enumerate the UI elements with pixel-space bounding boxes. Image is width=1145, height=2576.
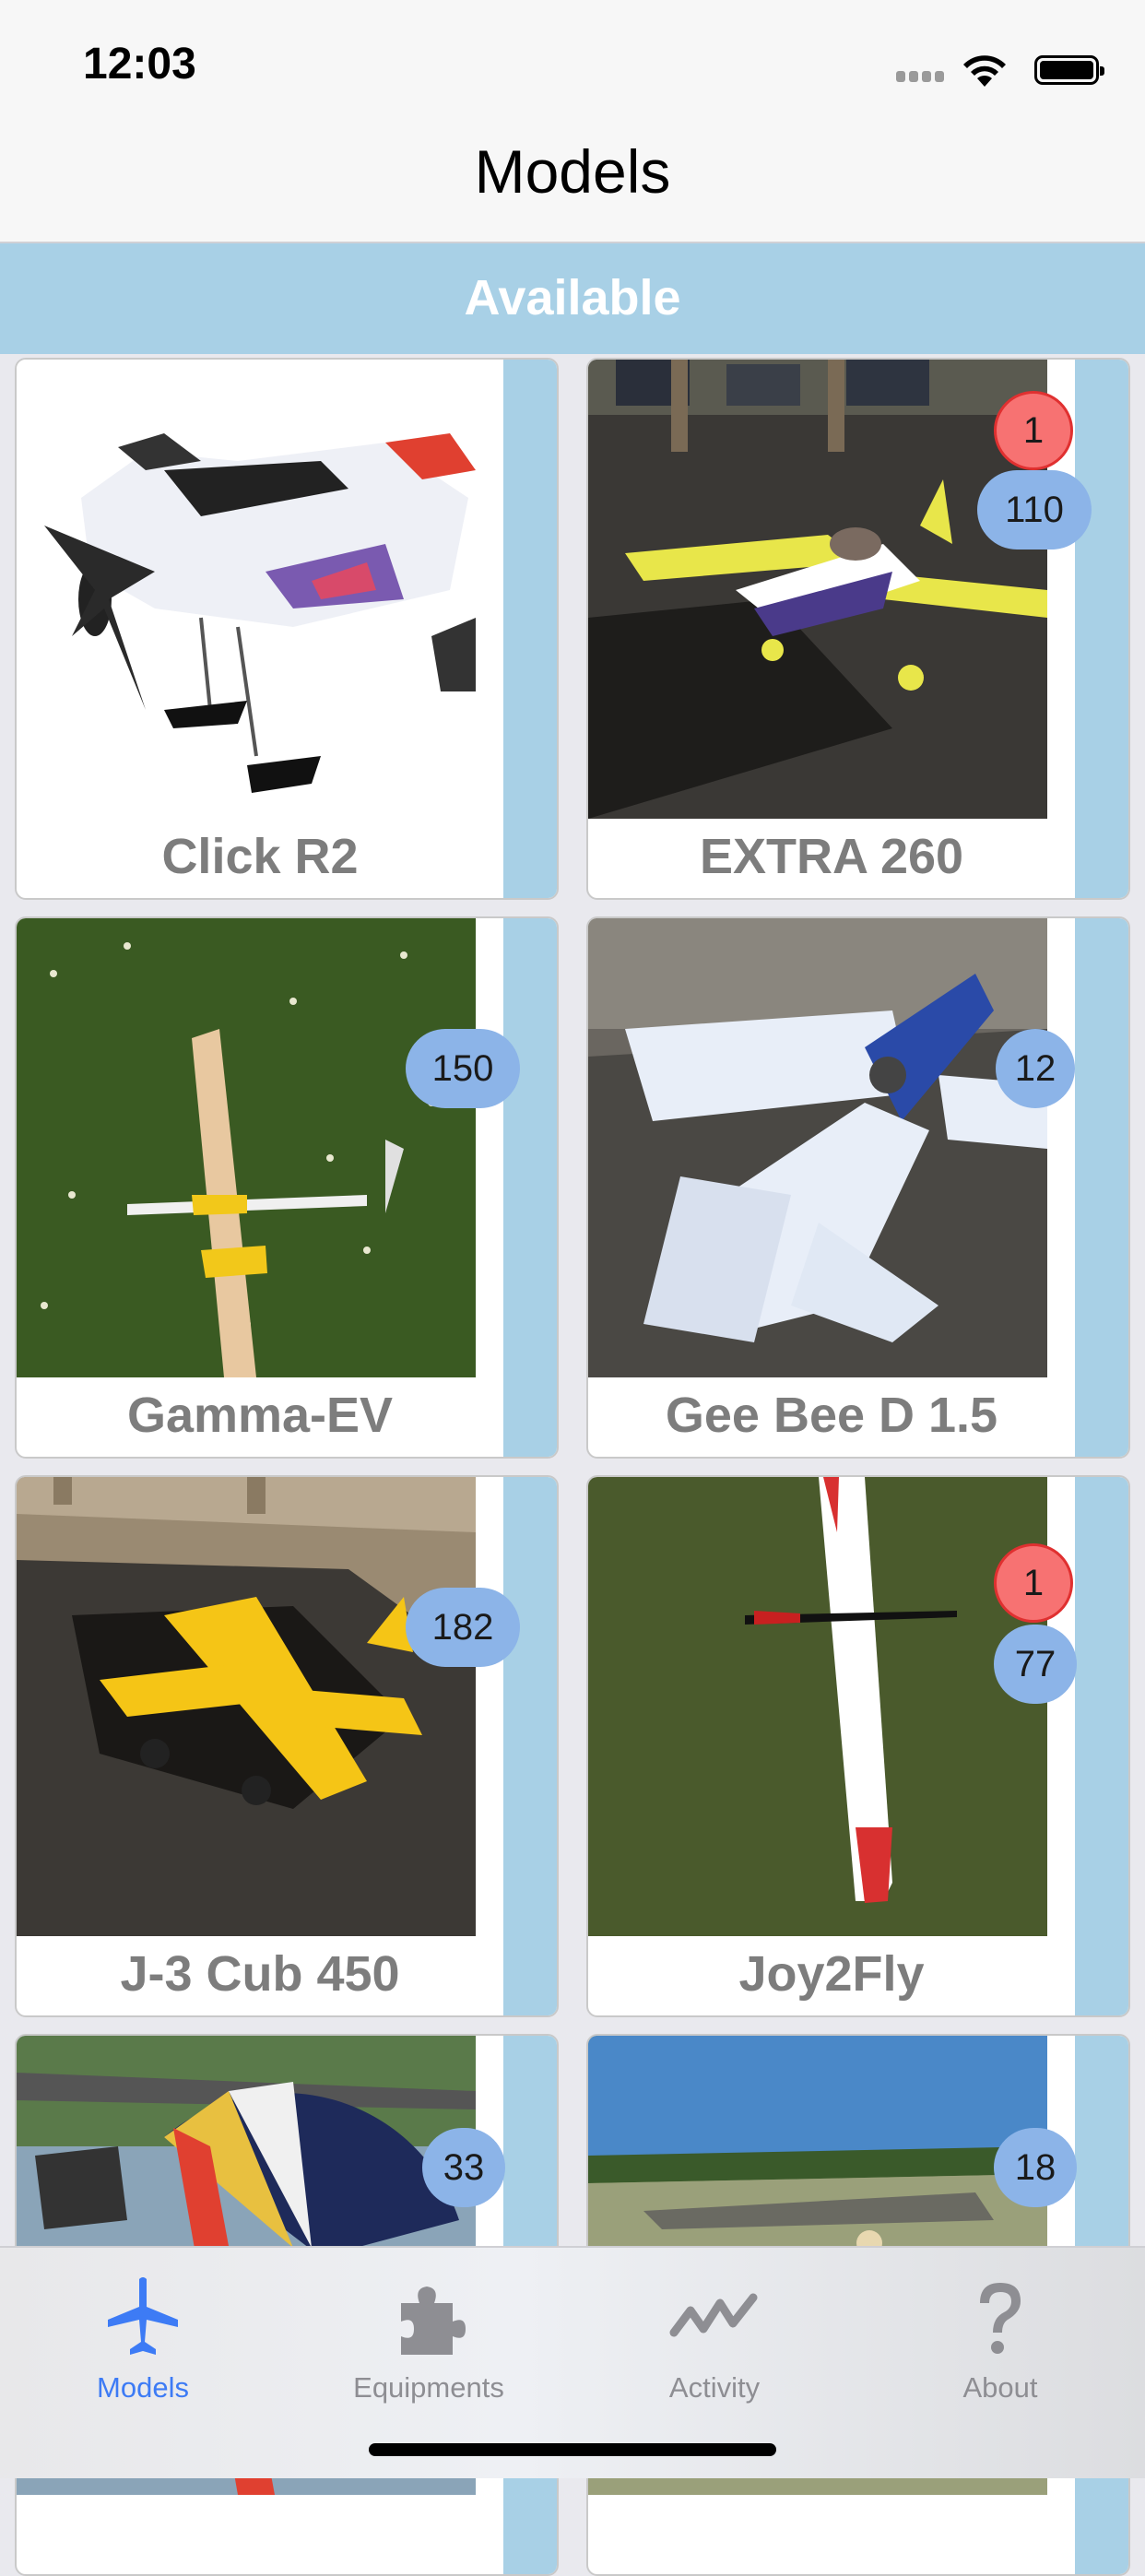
tab-about[interactable]: About <box>857 2257 1143 2414</box>
home-indicator[interactable] <box>369 2443 776 2456</box>
model-photo <box>588 918 1047 1377</box>
model-name: Gee Bee D 1.5 <box>665 1388 998 1443</box>
model-name: J-3 Cub 450 <box>120 1946 400 2002</box>
model-card-extra-260[interactable]: EXTRA 260 1 110 <box>586 358 1130 900</box>
card-side-bar <box>1075 1477 1128 2015</box>
model-card-gamma-ev[interactable]: Gamma-EV 150 <box>15 916 559 1459</box>
flight-count-badge: 77 <box>994 1625 1077 1704</box>
tab-equipments[interactable]: Equipments <box>286 2257 572 2414</box>
model-name: Click R2 <box>161 829 359 884</box>
navigation-bar: Models <box>0 111 1145 243</box>
wifi-icon <box>963 55 1006 87</box>
card-side-bar <box>503 360 557 898</box>
tab-label: Activity <box>668 2371 761 2404</box>
tab-activity[interactable]: Activity <box>572 2257 857 2414</box>
page-title: Models <box>474 137 671 206</box>
model-photo <box>17 918 476 1377</box>
puzzle-icon <box>401 2286 466 2355</box>
model-name: Joy2Fly <box>738 1946 925 2002</box>
section-header: Available <box>0 243 1145 354</box>
model-photo <box>588 1477 1047 1936</box>
flight-count-badge: 182 <box>406 1588 520 1667</box>
battery-icon <box>1034 55 1104 85</box>
card-side-bar <box>1075 360 1128 898</box>
alert-badge: 1 <box>994 1543 1073 1623</box>
status-bar: 12:03 <box>0 0 1145 111</box>
model-photo <box>17 360 476 819</box>
model-card-joy2fly[interactable]: Joy2Fly 1 77 <box>586 1475 1130 2017</box>
flight-count-badge: 12 <box>996 1029 1075 1108</box>
cellular-signal-icon <box>896 70 951 82</box>
model-name: EXTRA 260 <box>699 829 964 884</box>
tab-label: About <box>962 2371 1038 2404</box>
card-side-bar <box>503 918 557 1457</box>
airplane-icon <box>108 2277 178 2355</box>
tab-label: Equipments <box>353 2371 504 2404</box>
flight-count-badge: 18 <box>994 2128 1077 2207</box>
tab-label: Models <box>97 2371 189 2404</box>
section-title: Available <box>464 270 681 325</box>
model-card-click-r2[interactable]: Click R2 <box>15 358 559 900</box>
alert-badge: 1 <box>994 391 1073 470</box>
tab-models[interactable]: Models <box>0 2257 286 2414</box>
model-photo <box>588 360 1047 819</box>
model-card-gee-bee-d-1-5[interactable]: Gee Bee D 1.5 12 <box>586 916 1130 1459</box>
model-card-j3-cub-450[interactable]: J-3 Cub 450 182 <box>15 1475 559 2017</box>
flight-count-badge: 33 <box>422 2128 505 2207</box>
activity-icon <box>669 2293 758 2337</box>
model-photo <box>17 1477 476 1936</box>
flight-count-badge: 150 <box>406 1029 520 1108</box>
question-icon <box>980 2283 1021 2354</box>
card-side-bar <box>1075 918 1128 1457</box>
flight-count-badge: 110 <box>977 470 1092 549</box>
status-time: 12:03 <box>83 40 196 89</box>
model-name: Gamma-EV <box>126 1388 394 1443</box>
card-side-bar <box>503 1477 557 2015</box>
